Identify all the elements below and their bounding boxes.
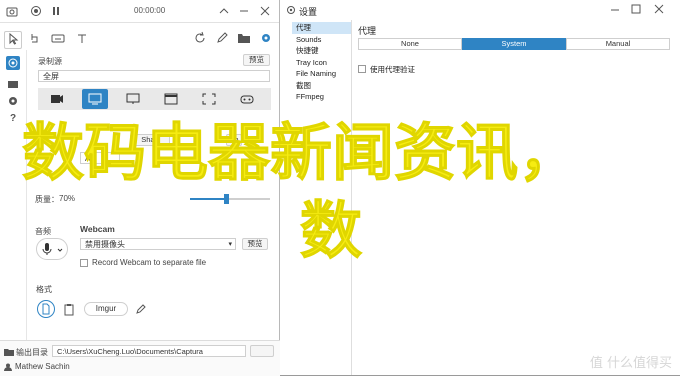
minimize-icon[interactable] [610, 5, 620, 17]
proxy-auth-label: 使用代理验证 [370, 65, 415, 74]
gamepad-mode-icon[interactable] [234, 89, 260, 109]
record-icon[interactable] [30, 5, 42, 17]
pause-icon[interactable] [50, 5, 62, 17]
output-folder-label: 输出目录 [16, 348, 48, 357]
webcam-preview-button[interactable]: 预览 [242, 238, 268, 250]
microphone-toggle[interactable] [36, 238, 68, 260]
preview-button[interactable]: 预览 [243, 54, 270, 66]
settings-gear-icon[interactable] [258, 31, 274, 47]
left-sidebar: ? [0, 50, 27, 340]
webcam-title: Webcam [80, 224, 115, 234]
minimize-icon[interactable] [238, 5, 250, 17]
quality-value: 70% [59, 194, 76, 203]
webcam-select-value: 禁用摄像头 [85, 240, 125, 249]
nav-item-tray-icon[interactable]: Tray Icon [292, 57, 352, 69]
quality-slider-track [190, 194, 270, 204]
keyboard-icon[interactable] [50, 31, 66, 47]
nav-item-hotkeys[interactable]: 快捷键 [292, 45, 352, 57]
output-format-label: 格式 [36, 285, 52, 294]
record-webcam-checkbox[interactable] [80, 259, 88, 267]
record-webcam-label: Record Webcam to separate file [92, 258, 207, 267]
proxy-manual-option[interactable]: Manual [566, 38, 670, 50]
status-bar: 输出目录 C:\Users\XuCheng.Luo\Documents\Capt… [0, 340, 280, 376]
audio-section-label: 音频 [35, 227, 51, 236]
text-icon[interactable] [74, 31, 90, 47]
pen-icon[interactable] [214, 31, 230, 47]
monitor-mode-icon[interactable] [120, 89, 146, 109]
recording-source-label: 录制源 [38, 57, 62, 66]
nav-item-sounds[interactable]: Sounds [292, 34, 352, 46]
title-bar: 00:00:00 [0, 0, 279, 23]
capture-mode-field[interactable]: 全屏 [38, 70, 270, 82]
quality-slider-fill [190, 198, 226, 200]
record-timer: 00:00:00 [134, 6, 166, 15]
folder-icon[interactable] [236, 31, 252, 47]
maximize-icon[interactable] [631, 4, 641, 16]
settings-window-icon [286, 5, 296, 15]
sidebar-video-icon[interactable] [6, 77, 20, 91]
toolbar [0, 28, 280, 50]
sidebar-settings-icon[interactable] [6, 94, 20, 108]
capture-mode-bar [38, 88, 271, 110]
sidebar-help-icon[interactable]: ? [6, 112, 20, 126]
collapse-icon[interactable] [218, 5, 230, 17]
proxy-auth-checkbox[interactable] [358, 65, 366, 73]
section-title: 代理 [358, 26, 377, 36]
settings-content: 代理 None System Manual 使用代理验证 [351, 20, 680, 375]
proxy-none-option[interactable]: None [358, 38, 462, 50]
clipboard-icon[interactable] [62, 302, 76, 316]
output-path-field[interactable]: C:\Users\XuCheng.Luo\Documents\Captura [52, 345, 246, 357]
imgur-button[interactable]: Imgur [84, 302, 128, 316]
overlay-headline-2: 数 [299, 194, 363, 267]
browse-folder-button[interactable] [250, 345, 274, 357]
proxy-system-option[interactable]: System [462, 38, 566, 50]
output-folder-icon[interactable] [4, 347, 14, 357]
quality-label: 质量： [35, 195, 59, 204]
refresh-icon[interactable] [192, 31, 208, 47]
mouse-click-icon[interactable] [26, 31, 42, 47]
close-icon[interactable] [654, 4, 664, 16]
nav-item-proxy[interactable]: 代理 [292, 22, 352, 34]
nav-item-ffmpeg[interactable]: FFmpeg [292, 91, 352, 103]
settings-nav: 代理 Sounds 快捷键 Tray Icon File Naming 截图 F… [292, 22, 352, 103]
chevron-down-icon: ▾ [228, 241, 232, 248]
nav-item-file-naming[interactable]: File Naming [292, 68, 352, 80]
overlay-headline: 数码电器新闻资讯， [21, 116, 581, 189]
settings-title: 设置 [299, 7, 318, 17]
close-icon[interactable] [259, 5, 271, 17]
region-mode-icon[interactable] [196, 89, 222, 109]
camera-mode-icon[interactable] [44, 89, 70, 109]
watermark-logo: 值 什么值得买 [589, 356, 672, 371]
screen-mode-icon[interactable] [82, 89, 108, 109]
window-mode-icon[interactable] [158, 89, 184, 109]
nav-item-screenshot[interactable]: 截图 [292, 80, 352, 92]
person-icon [4, 363, 12, 371]
webcam-select[interactable]: 禁用摄像头 ▾ [80, 238, 236, 250]
author-label: Mathew Sachin [15, 362, 70, 371]
edit-pen-icon[interactable] [134, 302, 148, 316]
file-output-icon[interactable] [37, 300, 55, 318]
sidebar-home-icon[interactable] [6, 56, 20, 70]
cursor-icon[interactable] [4, 31, 22, 49]
quality-slider-thumb[interactable] [224, 194, 229, 204]
screenshot-camera-icon[interactable] [6, 5, 18, 17]
